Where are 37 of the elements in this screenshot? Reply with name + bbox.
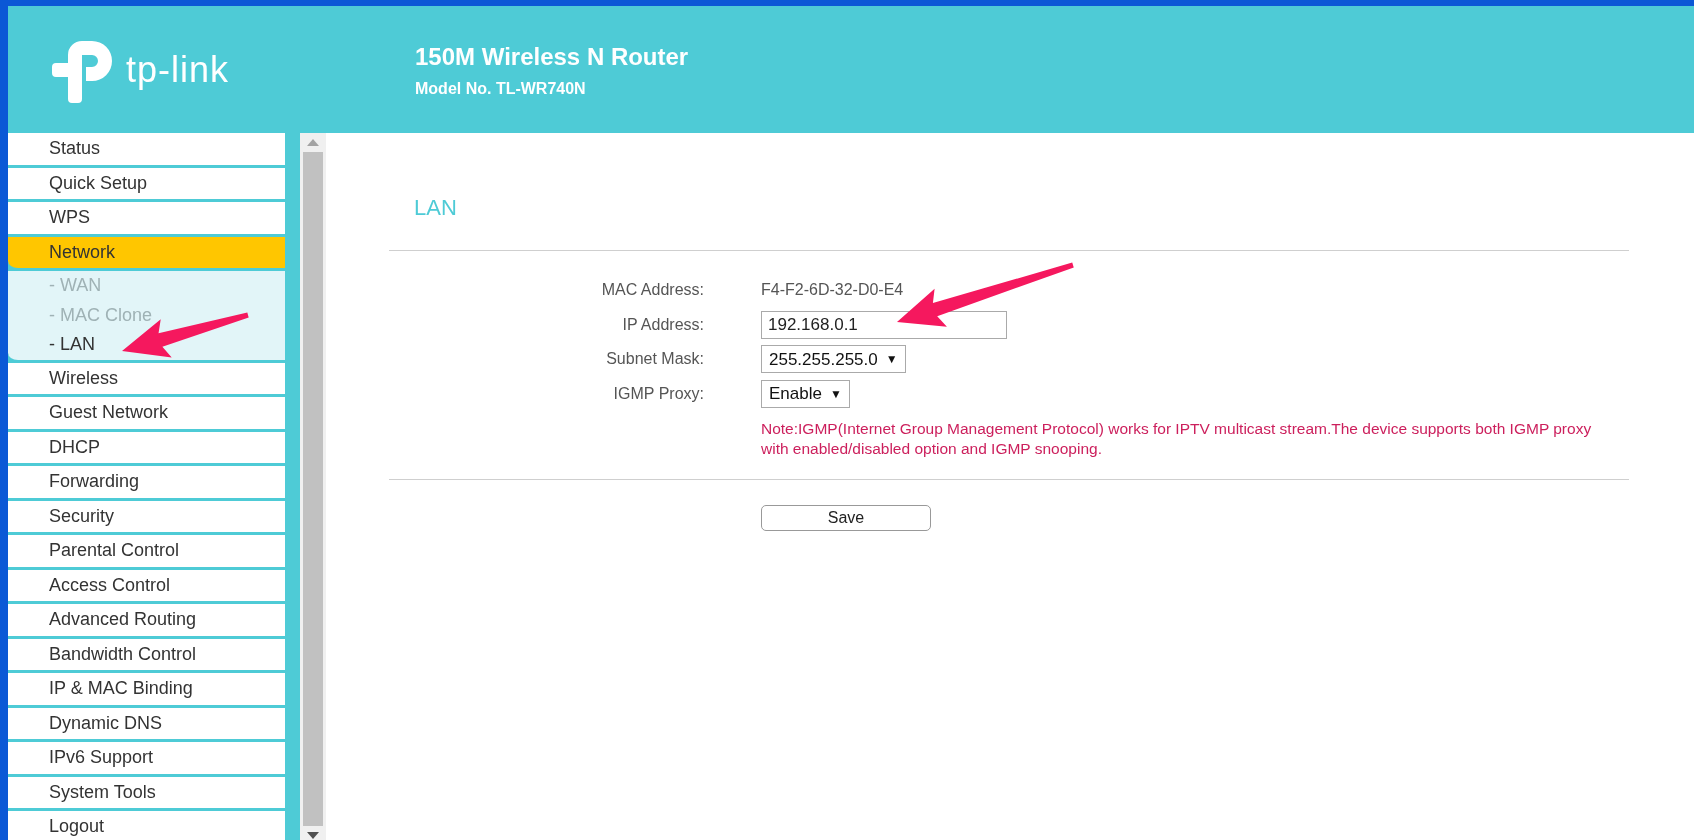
router-title: 150M Wireless N Router	[415, 41, 689, 72]
submenu-item[interactable]: - LAN	[8, 330, 285, 360]
sidebar-item[interactable]: Security	[8, 500, 285, 535]
sidebar-item[interactable]: Parental Control	[8, 535, 285, 570]
sidebar-item[interactable]: IP & MAC Binding	[8, 673, 285, 708]
sidebar-item[interactable]: Network	[8, 236, 285, 271]
sidebar-item[interactable]: WPS	[8, 202, 285, 237]
sidebar-item[interactable]: Advanced Routing	[8, 604, 285, 639]
sidebar-item[interactable]: Logout	[8, 811, 285, 840]
sidebar-item[interactable]: Guest Network	[8, 397, 285, 432]
sidebar-item[interactable]: IPv6 Support	[8, 742, 285, 777]
sidebar-item[interactable]: System Tools	[8, 776, 285, 811]
sidebar-item[interactable]: Dynamic DNS	[8, 707, 285, 742]
field-label: MAC Address:	[600, 280, 704, 301]
sidebar-item[interactable]: Quick Setup	[8, 167, 285, 202]
section-title: LAN	[414, 194, 458, 222]
field-label: IGMP Proxy:	[612, 383, 704, 404]
sidebar-item[interactable]: DHCP	[8, 431, 285, 466]
dropdown[interactable]: Enable ▼	[761, 379, 850, 408]
scrollbar[interactable]	[300, 133, 326, 840]
scroll-down-icon[interactable]	[307, 832, 319, 839]
sidebar-item[interactable]: Status	[8, 133, 285, 168]
model-number: Model No. TL-WR740N	[415, 78, 587, 99]
sidebar-item[interactable]: Wireless	[8, 362, 285, 397]
sidebar-item[interactable]: Forwarding	[8, 466, 285, 501]
mac-address-value: F4-F2-6D-32-D0-E4	[761, 280, 904, 301]
sidebar-item[interactable]: Access Control	[8, 569, 285, 604]
scroll-up-icon[interactable]	[307, 139, 319, 146]
field-label: Subnet Mask:	[605, 349, 704, 370]
logo-text: tp-link	[126, 47, 230, 92]
ip-address-field[interactable]: 192.168.0.1	[761, 310, 1007, 339]
scroll-thumb[interactable]	[303, 152, 323, 826]
sidebar-item[interactable]: Bandwidth Control	[8, 638, 285, 673]
dropdown[interactable]: 255.255.255.0 ▼	[761, 345, 906, 374]
field-label: IP Address:	[621, 314, 704, 335]
save-button[interactable]: Save	[761, 505, 931, 531]
note-text: Note:IGMP(Internet Group Management Protocol) works for IPTV multicast stream.The device supports both IGMP proxy with enabled/disabled option and IGMP snooping.	[761, 419, 1593, 459]
